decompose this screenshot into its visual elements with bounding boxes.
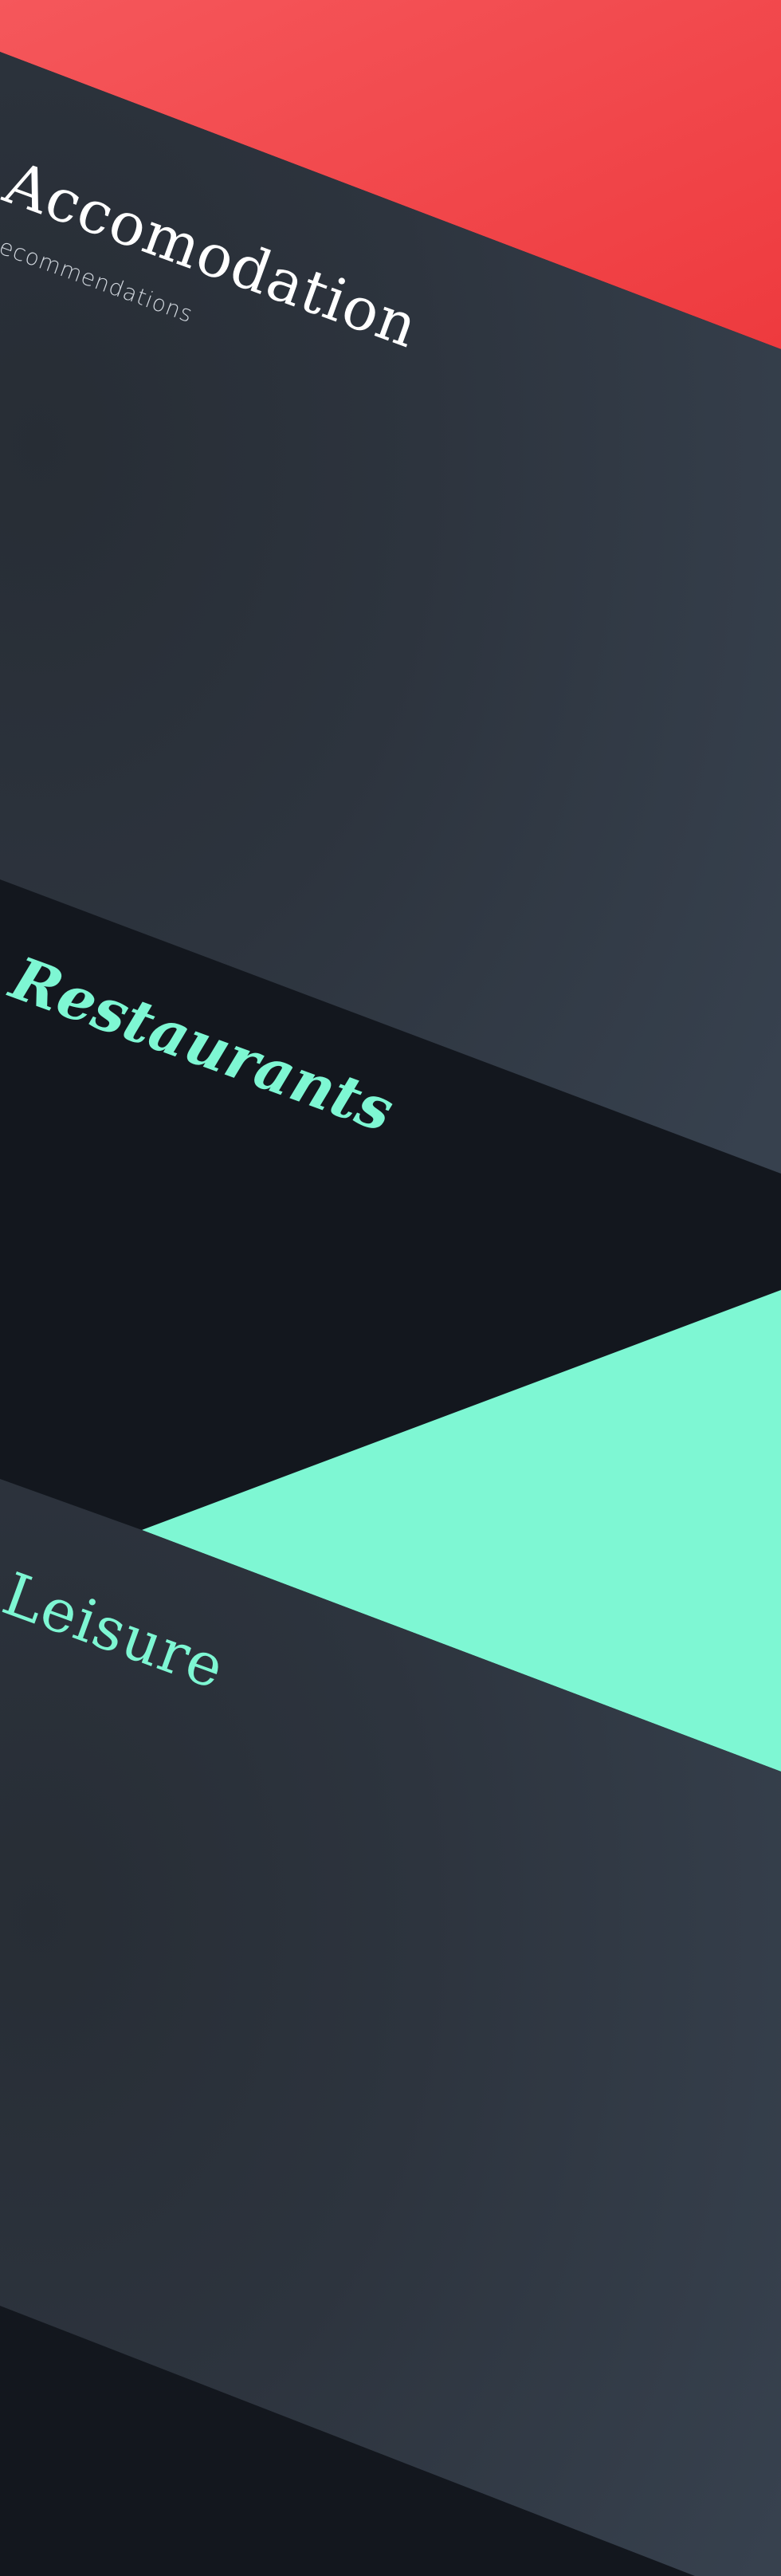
background-graphic (0, 0, 781, 2576)
